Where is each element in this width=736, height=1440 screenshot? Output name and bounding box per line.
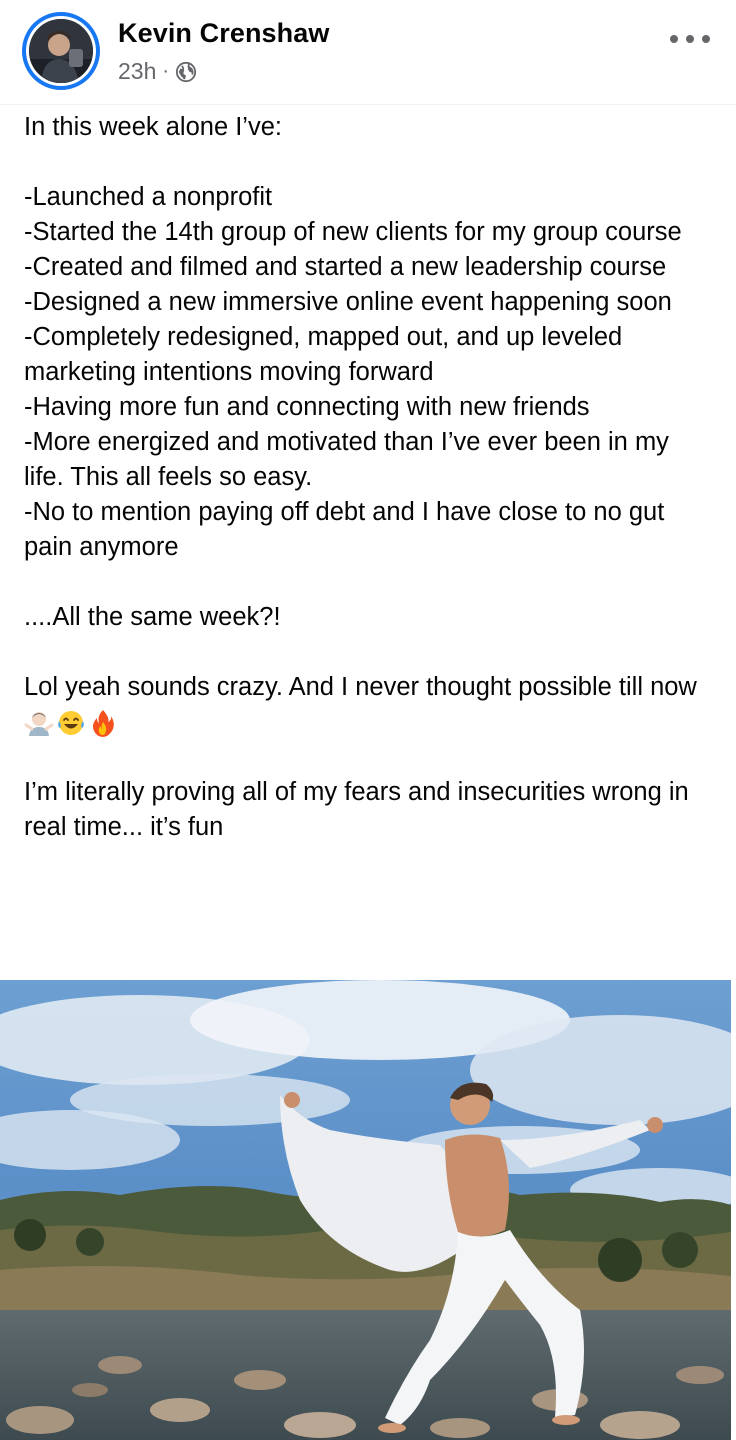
post-line: -Launched a nonprofit [24,183,273,211]
post-line: -Created and filmed and started a new le… [24,253,667,281]
post-meta: 23h · [118,58,197,85]
emoji-group [24,708,118,738]
laughing-tears-emoji [58,711,84,736]
avatar[interactable] [29,19,93,83]
post-line: -More energized and motivated than I’ve … [24,428,669,491]
man-shrugging-emoji [24,712,54,737]
post-line: -Completely redesigned, mapped out, and … [24,323,623,386]
fire-emoji [93,710,114,738]
post-line: -Started the 14th group of new clients f… [24,218,682,246]
post-line: -No to mention paying off debt and I hav… [24,498,665,561]
post-line: I’m literally proving all of my fears an… [24,778,689,841]
more-options-button[interactable] [670,28,710,50]
avatar-story-ring[interactable] [22,12,100,90]
facebook-post: Kevin Crenshaw 23h · In this week alone … [0,0,736,1440]
post-body: In this week alone I’ve: -Launched a non… [24,110,714,845]
globe-icon[interactable] [175,61,197,83]
post-line: -Having more fun and connecting with new… [24,393,590,421]
man-in-white-shirt-posing-on-rocks-photo [0,980,731,1440]
post-line-text: Lol yeah sounds crazy. And I never thoug… [24,673,697,701]
post-line: Lol yeah sounds crazy. And I never thoug… [24,670,714,740]
post-header: Kevin Crenshaw 23h · [0,0,736,105]
avatar-photo [29,19,93,83]
more-options-icon [670,35,678,43]
post-photo[interactable] [0,980,731,1440]
post-line: In this week alone I’ve: [24,113,282,141]
post-line: ....All the same week?! [24,603,281,631]
post-timestamp[interactable]: 23h [118,58,156,85]
author-name[interactable]: Kevin Crenshaw [118,18,329,49]
post-line: -Designed a new immersive online event h… [24,288,672,316]
meta-separator: · [162,60,170,82]
